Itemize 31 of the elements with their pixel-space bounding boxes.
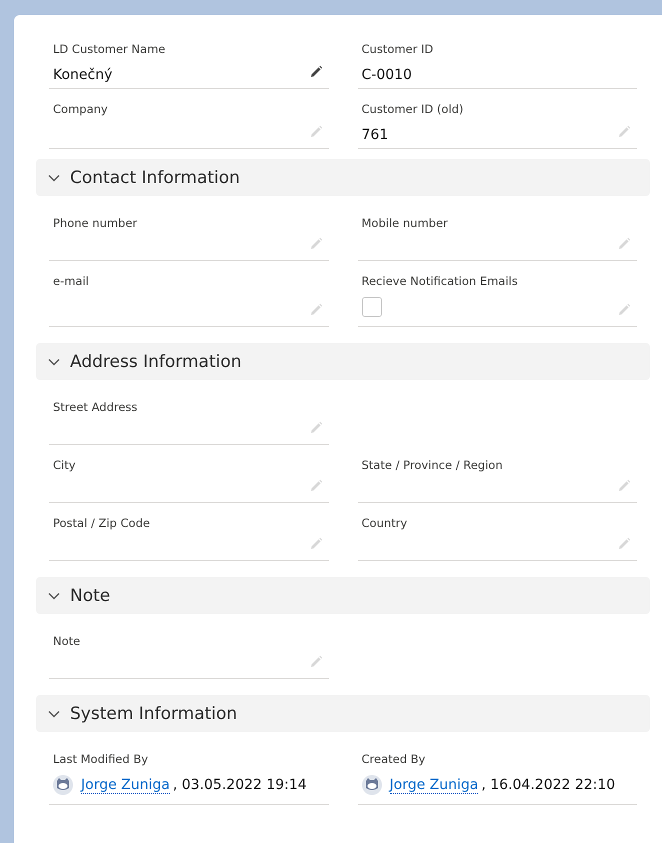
field-label: Last Modified By xyxy=(53,751,148,767)
field-label: Mobile number xyxy=(362,215,448,231)
date-text: , 03.05.2022 19:14 xyxy=(172,777,307,793)
field-label: City xyxy=(53,457,76,473)
field-label: State / Province / Region xyxy=(362,457,503,473)
field-value: 761 xyxy=(362,126,388,145)
field-label: Postal / Zip Code xyxy=(53,515,150,531)
field-label: Note xyxy=(53,633,80,649)
field-value: C-0010 xyxy=(362,66,412,85)
field-label: Street Address xyxy=(53,399,138,415)
avatar-icon xyxy=(53,775,73,795)
user-link[interactable]: Jorge Zuniga xyxy=(390,776,478,794)
section-header[interactable]: Address Information xyxy=(36,343,650,380)
date-text: , 16.04.2022 22:10 xyxy=(481,777,616,793)
field-value: Konečný xyxy=(53,66,112,85)
edit-icon[interactable] xyxy=(308,65,322,79)
section-header[interactable]: System Information xyxy=(36,695,650,732)
avatar-icon xyxy=(362,775,382,795)
field-label: Created By xyxy=(362,751,426,767)
field-label: Country xyxy=(362,515,408,531)
field-label: e-mail xyxy=(53,273,89,289)
checkbox[interactable] xyxy=(362,297,382,317)
field-label: Phone number xyxy=(53,215,138,231)
section-header[interactable]: Contact Information xyxy=(36,159,650,196)
field-label: Recieve Notification Emails xyxy=(362,273,518,289)
field-label: Customer ID (old) xyxy=(362,101,464,117)
field-label: Customer ID xyxy=(362,41,434,57)
section-header[interactable]: Note xyxy=(36,577,650,614)
field-label: Company xyxy=(53,101,108,117)
field-label: LD Customer Name xyxy=(53,41,166,57)
user-link[interactable]: Jorge Zuniga xyxy=(81,776,170,794)
